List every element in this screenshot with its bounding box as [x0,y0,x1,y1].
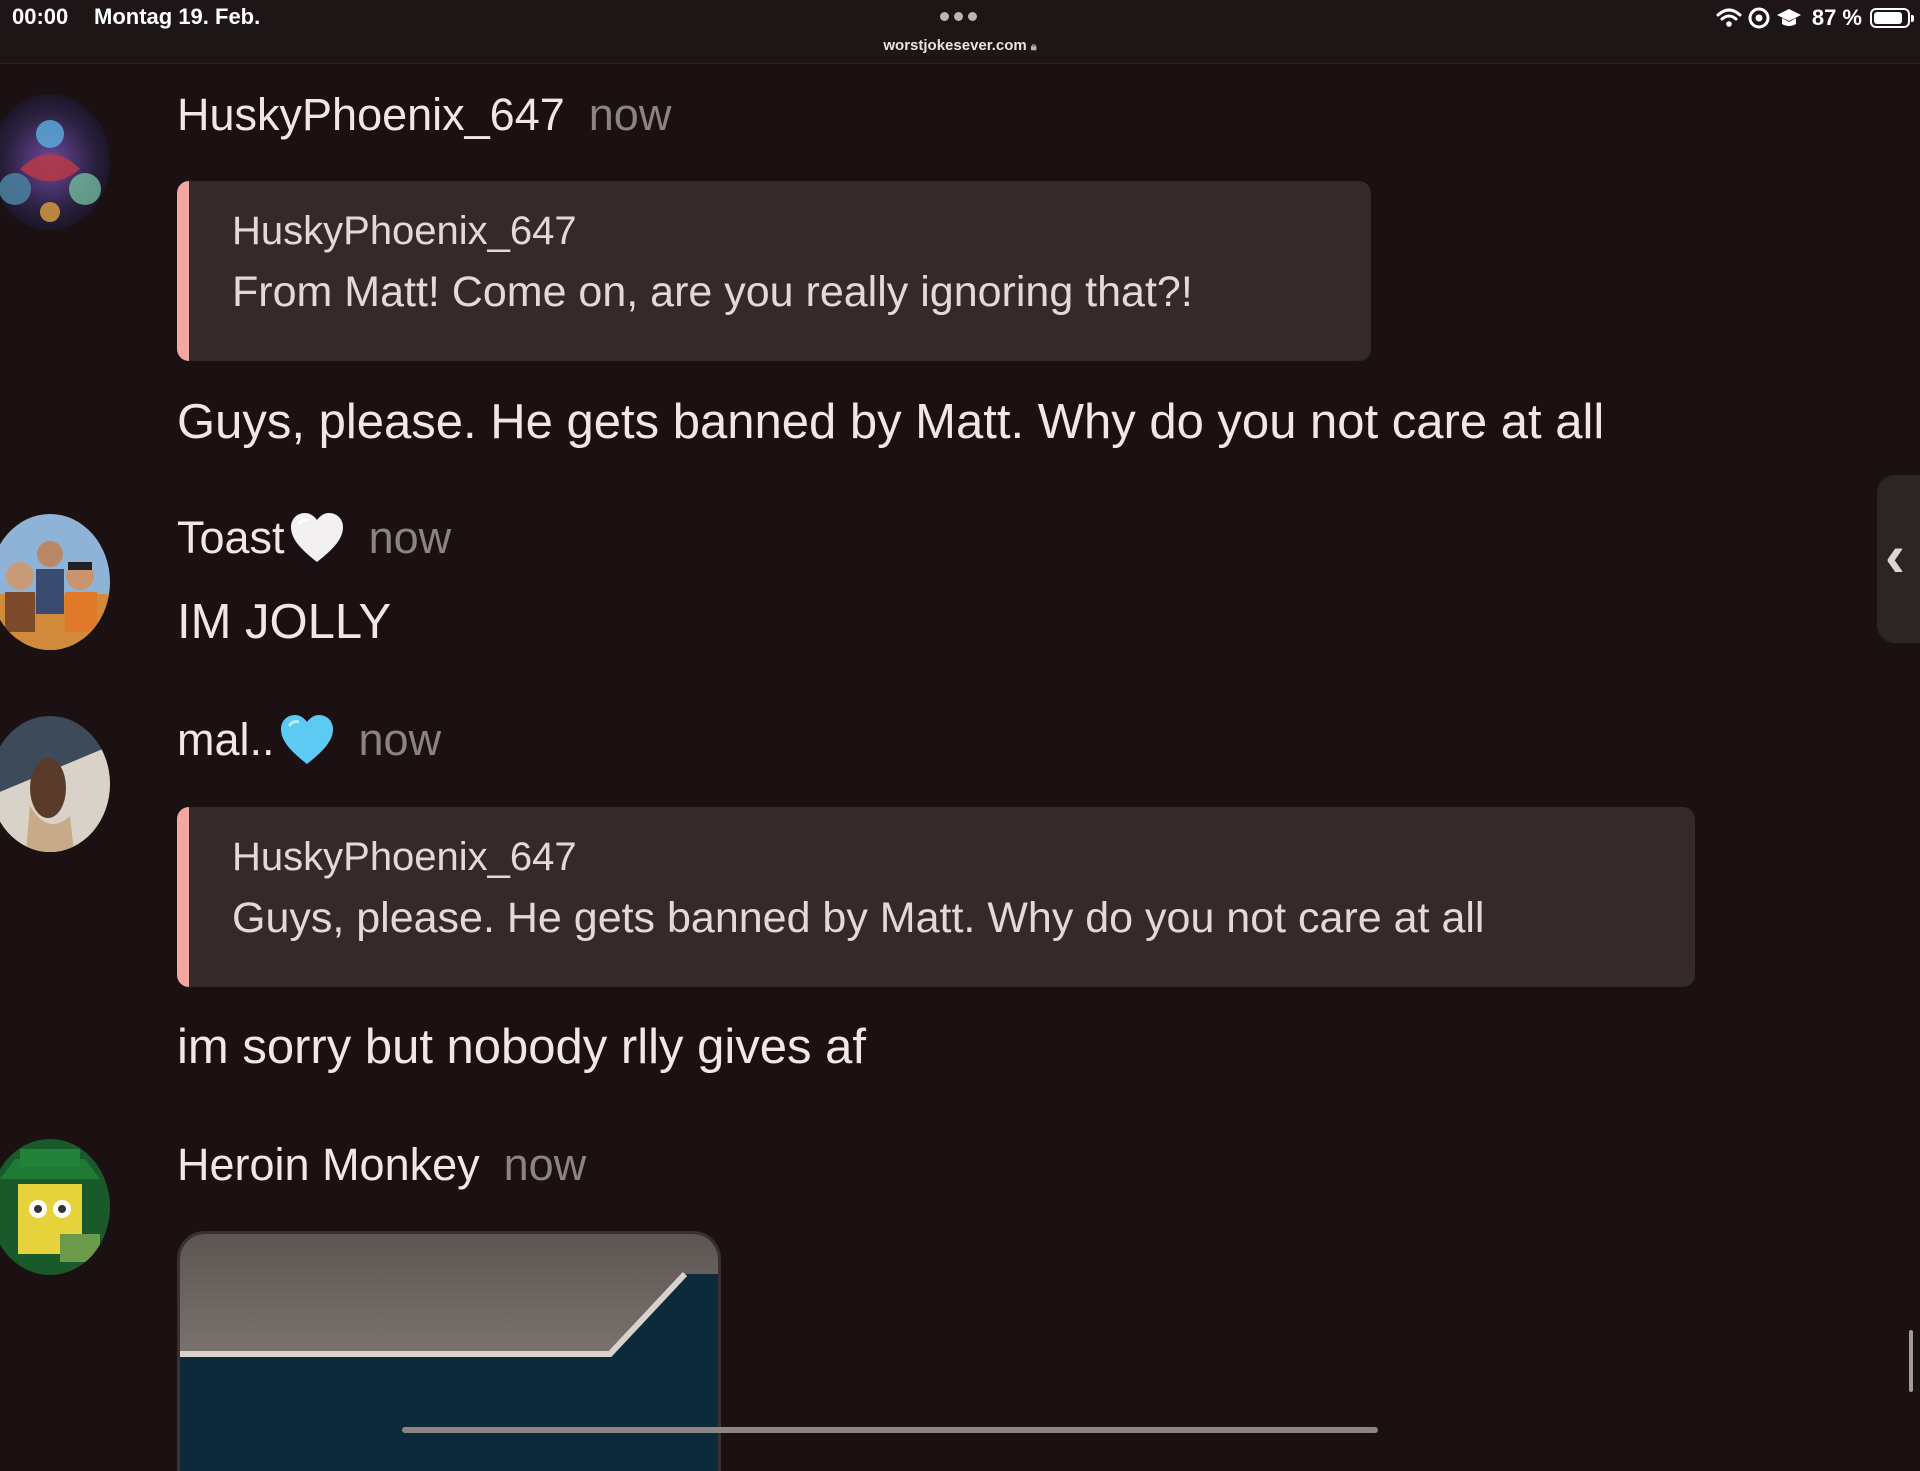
avatar-huskyphoenix[interactable] [0,94,110,230]
username[interactable]: Toast [177,512,285,563]
message-text: IM JOLLY [177,595,392,649]
avatar-heroin-monkey[interactable] [0,1139,110,1275]
url-bar[interactable]: worstjokesever.com 🔒︎ [0,37,1920,54]
white-heart-icon [290,513,343,562]
battery-fill [1874,12,1902,24]
message-text: Guys, please. He gets banned by Matt. Wh… [177,395,1605,449]
quote-author: HuskyPhoenix_647 [232,209,577,253]
lock-icon: 🔒︎ [1030,41,1037,53]
url-text: worstjokesever.com [883,37,1027,54]
quote-author: HuskyPhoenix_647 [232,835,577,879]
battery-percent: 87 % [1811,5,1862,30]
scrollbar[interactable] [1909,1330,1913,1392]
battery-icon [1870,8,1914,28]
message-header: mal.. now [177,714,441,774]
timestamp: now [368,512,452,563]
cartoon-avatar-image [0,1139,110,1275]
message-header: HuskyPhoenix_647 now [177,89,671,149]
chevron-left-icon: ‹ [1885,522,1905,589]
chat-feed[interactable]: HuskyPhoenix_647 now HuskyPhoenix_647 Fro… [0,64,1920,1471]
avatar-toast[interactable] [0,514,110,650]
wifi-icon [1716,8,1742,27]
light-blue-heart-icon [280,715,333,764]
message-header: Toast now [177,512,451,572]
avatar-mal[interactable] [0,716,110,852]
username[interactable]: HuskyPhoenix_647 [177,89,565,140]
reply-quote[interactable]: HuskyPhoenix_647 Guys, please. He gets b… [177,807,1695,987]
quote-text: From Matt! Come on, are you really ignor… [232,268,1193,316]
timestamp: now [358,714,442,765]
reply-quote[interactable]: HuskyPhoenix_647 From Matt! Come on, are… [177,181,1371,361]
side-panel-handle[interactable]: ‹ [1877,475,1920,643]
message-header: Heroin Monkey now [177,1139,586,1199]
graduation-cap-icon [1776,9,1801,26]
attachment-image [180,1234,718,1471]
group-photo-avatar-image [0,514,110,650]
home-indicator[interactable] [402,1427,1378,1433]
phoenix-avatar-image [0,94,110,230]
battery-cap [1911,15,1914,22]
quote-text: Guys, please. He gets banned by Matt. Wh… [232,894,1485,942]
timestamp: now [588,89,672,140]
status-date: Montag 19. Feb. [94,4,261,29]
message-text: im sorry but nobody rlly gives af [177,1020,866,1074]
at-sign-icon [1748,7,1770,29]
status-time: 00:00 [12,4,69,29]
image-attachment[interactable] [177,1231,721,1471]
status-bar: 00:00 Montag 19. Feb. worstjokesever.com… [0,0,1920,64]
username[interactable]: mal.. [177,714,275,765]
more-dots-icon[interactable] [940,12,980,22]
portrait-avatar-image [0,716,110,852]
status-right: 87 % [1716,4,1914,32]
timestamp: now [503,1139,587,1190]
username[interactable]: Heroin Monkey [177,1139,480,1190]
